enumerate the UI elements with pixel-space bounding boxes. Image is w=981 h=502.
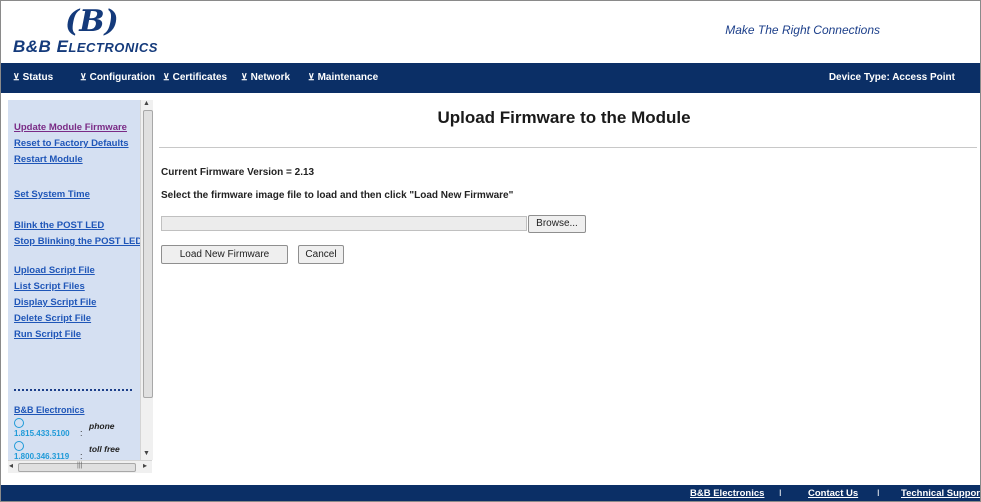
scroll-up-icon[interactable]: ▲ — [143, 100, 150, 107]
scroll-left-icon[interactable]: ◂ — [9, 461, 13, 470]
toll-free-label: toll free — [89, 444, 120, 454]
sidebar-item-stop-blinking-post-led[interactable]: Stop Blinking the POST LED — [14, 236, 140, 247]
sidebar-item-set-system-time[interactable]: Set System Time — [14, 189, 90, 200]
header: (B) B&B ELECTRONICS Make The Right Conne… — [1, 1, 980, 63]
top-nav: ⊻ Status ⊻ Configuration ⊻ Certificates ⊻ Ne… — [1, 63, 980, 93]
logo-wordmark: B&B ELECTRONICS — [13, 37, 158, 57]
phone-icon — [14, 418, 24, 428]
logo-bb: B&B — [13, 37, 52, 56]
sidebar-item-display-script-file[interactable]: Display Script File — [14, 297, 96, 308]
sidebar-item-reset-to-factory-defaults[interactable]: Reset to Factory Defaults — [14, 138, 129, 149]
nav-certificates[interactable]: ⊻ Certificates — [163, 72, 227, 83]
nav-maintenance[interactable]: ⊻ Maintenance — [308, 72, 378, 83]
firmware-instruction: Select the firmware image file to load a… — [161, 190, 514, 201]
sidebar-item-run-script-file[interactable]: Run Script File — [14, 329, 81, 340]
contact-separator: : — [80, 428, 83, 438]
page-title: Upload Firmware to the Module — [437, 108, 691, 127]
grip-icon: ||| — [77, 462, 83, 469]
nav-label: Network — [250, 72, 291, 83]
phone-label: phone — [89, 421, 115, 431]
logo-mark: (B) — [65, 4, 119, 39]
chevron-down-icon: ⊻ — [241, 72, 248, 82]
browse-button[interactable]: Browse... — [528, 215, 586, 233]
chevron-down-icon: ⊻ — [13, 72, 20, 82]
sidebar-horizontal-scrollbar[interactable]: ◂ ||| ▸ — [8, 460, 152, 473]
firmware-file-input[interactable] — [161, 216, 527, 231]
current-firmware-version: Current Firmware Version = 2.13 — [161, 167, 315, 178]
sidebar-company-link[interactable]: B&B Electronics — [14, 405, 85, 415]
phone-icon — [14, 441, 24, 451]
sidebar-item-blink-post-led[interactable]: Blink the POST LED — [14, 220, 104, 231]
nav-label: Maintenance — [317, 72, 379, 83]
footer-contact-us-link[interactable]: Contact Us — [808, 488, 858, 499]
nav-label: Configuration — [89, 72, 156, 83]
nav-configuration[interactable]: ⊻ Configuration — [80, 72, 155, 83]
chevron-down-icon: ⊻ — [308, 72, 315, 82]
title-divider — [159, 147, 977, 148]
load-new-firmware-button[interactable]: Load New Firmware — [161, 245, 288, 264]
footer-bb-electronics-link[interactable]: B&B Electronics — [690, 488, 764, 499]
sidebar: Update Module Firmware Reset to Factory … — [8, 100, 140, 460]
scroll-right-icon[interactable]: ▸ — [143, 461, 147, 470]
toll-free-number: 1.800.346.3119 — [14, 452, 70, 460]
chevron-down-icon: ⊻ — [163, 72, 170, 82]
scrollbar-thumb[interactable] — [143, 110, 153, 398]
device-type: Device Type: Access Point — [828, 72, 955, 83]
bb-electronics-logo: (B) B&B ELECTRONICS — [13, 5, 193, 61]
chevron-down-icon: ⊻ — [80, 72, 87, 82]
cancel-button[interactable]: Cancel — [298, 245, 344, 264]
footer-separator: I — [779, 488, 782, 498]
logo-rest: LECTRONICS — [68, 40, 158, 55]
phone-number: 1.815.433.5100 — [14, 429, 70, 438]
footer: B&B Electronics I Contact Us I Technical… — [1, 485, 980, 501]
nav-label: Status — [22, 72, 54, 83]
footer-technical-support-link[interactable]: Technical Support — [901, 488, 980, 499]
nav-label: Certificates — [172, 72, 228, 83]
sidebar-vertical-scrollbar[interactable]: ▲ ▼ — [140, 100, 153, 460]
nav-status[interactable]: ⊻ Status — [13, 72, 53, 83]
sidebar-item-update-module-firmware[interactable]: Update Module Firmware — [14, 122, 127, 133]
footer-separator: I — [877, 488, 880, 498]
tagline: Make The Right Connections — [725, 23, 880, 37]
scroll-down-icon[interactable]: ▼ — [143, 450, 150, 457]
sidebar-item-delete-script-file[interactable]: Delete Script File — [14, 313, 91, 324]
sidebar-item-list-script-files[interactable]: List Script Files — [14, 281, 85, 292]
sidebar-divider — [14, 389, 132, 391]
sidebar-item-restart-module[interactable]: Restart Module — [14, 154, 83, 165]
sidebar-item-upload-script-file[interactable]: Upload Script File — [14, 265, 95, 276]
browser-frame: (B) B&B ELECTRONICS Make The Right Conne… — [0, 0, 981, 502]
contact-separator: : — [80, 451, 83, 460]
nav-network[interactable]: ⊻ Network — [241, 72, 290, 83]
logo-e: E — [56, 37, 69, 56]
scrollbar-thumb[interactable]: ||| — [18, 462, 136, 472]
